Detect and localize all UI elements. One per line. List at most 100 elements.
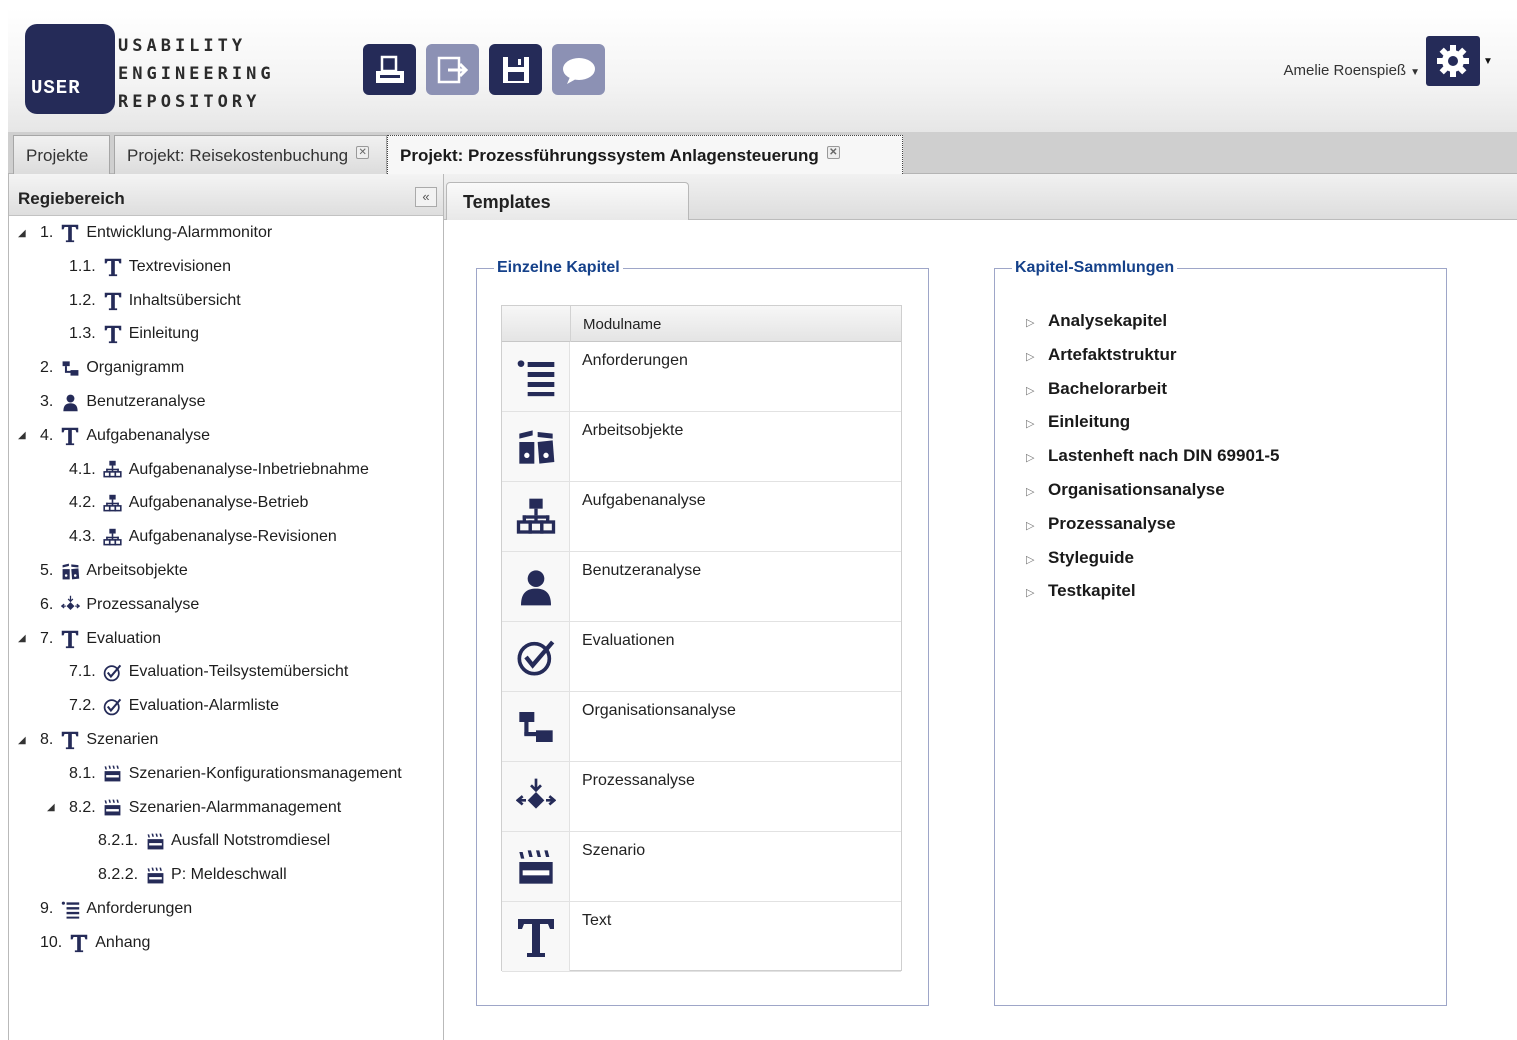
- tree-item-number: 1.3.: [69, 325, 96, 343]
- collection-item[interactable]: ▷ Artefaktstruktur: [1026, 345, 1176, 367]
- text-icon: [59, 729, 81, 751]
- tree-item-number: 7.2.: [69, 697, 96, 715]
- kapitel-sammlungen-legend: Kapitel-Sammlungen: [1012, 259, 1178, 277]
- collection-item[interactable]: ▷ Styleguide: [1026, 548, 1134, 570]
- collection-item[interactable]: ▷ Analysekapitel: [1026, 311, 1167, 333]
- expand-arrow-icon[interactable]: ▷: [1026, 350, 1048, 363]
- expand-arrow-icon[interactable]: ▷: [1026, 451, 1048, 464]
- tree-item[interactable]: 6. Prozessanalyse: [40, 593, 199, 617]
- tree-item-label: Aufgabenanalyse: [86, 426, 210, 444]
- module-row[interactable]: Prozessanalyse: [502, 762, 901, 832]
- collapse-button[interactable]: «: [415, 187, 437, 207]
- tree-item[interactable]: 4.3. Aufgabenanalyse-Revisionen: [69, 525, 337, 549]
- tab-templates[interactable]: Templates: [446, 182, 689, 220]
- tree-item-label: Anhang: [95, 933, 151, 951]
- tree-item[interactable]: 5. Arbeitsobjekte: [40, 559, 188, 583]
- export-button[interactable]: [426, 44, 479, 95]
- tree-item[interactable]: 7.2. Evaluation-Alarmliste: [69, 694, 279, 718]
- collection-item[interactable]: ▷ Lastenheft nach DIN 69901-5: [1026, 446, 1279, 468]
- module-row[interactable]: Szenario: [502, 832, 901, 902]
- tree-item[interactable]: ◢ 8.2. Szenarien-Alarmmanagement: [47, 796, 341, 820]
- tree-item[interactable]: 8.2.1. Ausfall Notstromdiesel: [98, 829, 330, 853]
- expand-toggle-icon[interactable]: ◢: [18, 735, 26, 746]
- comment-button[interactable]: [552, 44, 605, 95]
- tree-item[interactable]: 4.2. Aufgabenanalyse-Betrieb: [69, 491, 308, 515]
- tree-item[interactable]: 10. Anhang: [40, 931, 150, 955]
- module-grid: Modulname Anforderungen Arbeitsobjekte Auf…: [501, 305, 902, 972]
- save-icon: [502, 56, 529, 83]
- list-icon: [502, 342, 570, 411]
- check-icon: [502, 622, 570, 691]
- module-name: Organisationsanalyse: [582, 702, 736, 719]
- tree-item-number: 1.2.: [69, 291, 96, 309]
- expand-arrow-icon[interactable]: ▷: [1026, 384, 1048, 397]
- logo: USER: [25, 24, 115, 114]
- tree-item[interactable]: 3. Benutzeranalyse: [40, 390, 206, 414]
- settings-caret-icon[interactable]: ▼: [1483, 56, 1493, 67]
- tree-item[interactable]: 1.2. Inhaltsübersicht: [69, 289, 241, 313]
- expand-arrow-icon[interactable]: ▷: [1026, 417, 1048, 430]
- tree-item-number: 8.2.2.: [98, 866, 139, 884]
- module-row[interactable]: Benutzeranalyse: [502, 552, 901, 622]
- collection-item[interactable]: ▷ Prozessanalyse: [1026, 514, 1176, 536]
- expand-toggle-icon[interactable]: ◢: [47, 802, 55, 813]
- expand-arrow-icon[interactable]: ▷: [1026, 586, 1048, 599]
- print-button[interactable]: [363, 44, 416, 95]
- close-icon[interactable]: ✕: [826, 146, 840, 159]
- collection-label: Artefaktstruktur: [1048, 344, 1177, 364]
- module-name: Aufgabenanalyse: [582, 492, 706, 509]
- module-row[interactable]: Arbeitsobjekte: [502, 412, 901, 482]
- tree-item[interactable]: 7.1. Evaluation-Teilsystemübersicht: [69, 660, 348, 684]
- tab-reisekostenbuchung[interactable]: Projekt: Reisekostenbuchung ✕: [114, 135, 387, 174]
- tree-item[interactable]: ◢ 4. Aufgabenanalyse: [18, 424, 210, 448]
- comment-icon: [562, 57, 595, 84]
- collection-item[interactable]: ▷ Einleitung: [1026, 412, 1130, 434]
- app-header: USER USABILITY ENGINEERING REPOSITORY Am…: [8, 8, 1517, 132]
- tree-item[interactable]: 8.1. Szenarien-Konfigurationsmanagement: [69, 762, 402, 786]
- tree-item[interactable]: 2. Organigramm: [40, 356, 184, 380]
- module-row[interactable]: Organisationsanalyse: [502, 692, 901, 762]
- settings-button[interactable]: [1426, 36, 1480, 86]
- text-icon: [59, 628, 81, 650]
- collection-item[interactable]: ▷ Bachelorarbeit: [1026, 379, 1167, 401]
- tree-item[interactable]: ◢ 7. Evaluation: [18, 627, 161, 651]
- project-tabbar: Projekte Projekt: Reisekostenbuchung ✕ Pr…: [8, 132, 1517, 174]
- tree-item-number: 9.: [40, 900, 54, 917]
- tree-item-number: 10.: [40, 933, 63, 951]
- expand-toggle-icon[interactable]: ◢: [18, 633, 26, 644]
- expand-arrow-icon[interactable]: ▷: [1026, 553, 1048, 566]
- expand-arrow-icon[interactable]: ▷: [1026, 485, 1048, 498]
- column-header-modulname[interactable]: Modulname: [570, 306, 673, 342]
- tree-item-number: 8.1.: [69, 764, 96, 782]
- expand-toggle-icon[interactable]: ◢: [18, 228, 26, 239]
- close-icon[interactable]: ✕: [356, 146, 370, 159]
- tree-item[interactable]: 1.3. Einleitung: [69, 322, 199, 346]
- print-icon: [375, 55, 404, 83]
- tree-item-label: Ausfall Notstromdiesel: [171, 832, 331, 850]
- save-button[interactable]: [489, 44, 542, 95]
- expand-arrow-icon[interactable]: ▷: [1026, 519, 1048, 532]
- tree-item[interactable]: 9. Anforderungen: [40, 897, 192, 921]
- tree-item-number: 2.: [40, 359, 54, 377]
- module-row[interactable]: Text: [502, 902, 901, 972]
- module-row[interactable]: Evaluationen: [502, 622, 901, 692]
- collection-item[interactable]: ▷ Organisationsanalyse: [1026, 480, 1225, 502]
- tab-label: Templates: [463, 192, 551, 212]
- tab-projekte[interactable]: Projekte: [13, 135, 110, 174]
- collection-item[interactable]: ▷ Testkapitel: [1026, 581, 1136, 603]
- user-menu[interactable]: Amelie Roenspieß ▼: [1284, 62, 1420, 79]
- module-row[interactable]: Aufgabenanalyse: [502, 482, 901, 552]
- tree-item[interactable]: ◢ 8. Szenarien: [18, 728, 158, 752]
- tree-item[interactable]: 8.2.2. P: Meldeschwall: [98, 863, 287, 887]
- tree-item[interactable]: ◢ 1. Entwicklung-Alarmmonitor: [18, 221, 272, 245]
- expand-arrow-icon[interactable]: ▷: [1026, 316, 1048, 329]
- module-row[interactable]: Anforderungen: [502, 342, 901, 412]
- collection-label: Lastenheft nach DIN 69901-5: [1048, 446, 1280, 466]
- tree-item[interactable]: 1.1. Textrevisionen: [69, 255, 231, 279]
- module-name: Anforderungen: [582, 352, 688, 369]
- expand-toggle-icon[interactable]: ◢: [18, 430, 26, 441]
- tab-prozessfuehrungssystem[interactable]: Projekt: Prozessführungssystem Anlagenst…: [387, 135, 903, 174]
- user-icon: [502, 552, 570, 621]
- tree-item[interactable]: 4.1. Aufgabenanalyse-Inbetriebnahme: [69, 458, 369, 482]
- hierarchy-icon: [102, 459, 124, 481]
